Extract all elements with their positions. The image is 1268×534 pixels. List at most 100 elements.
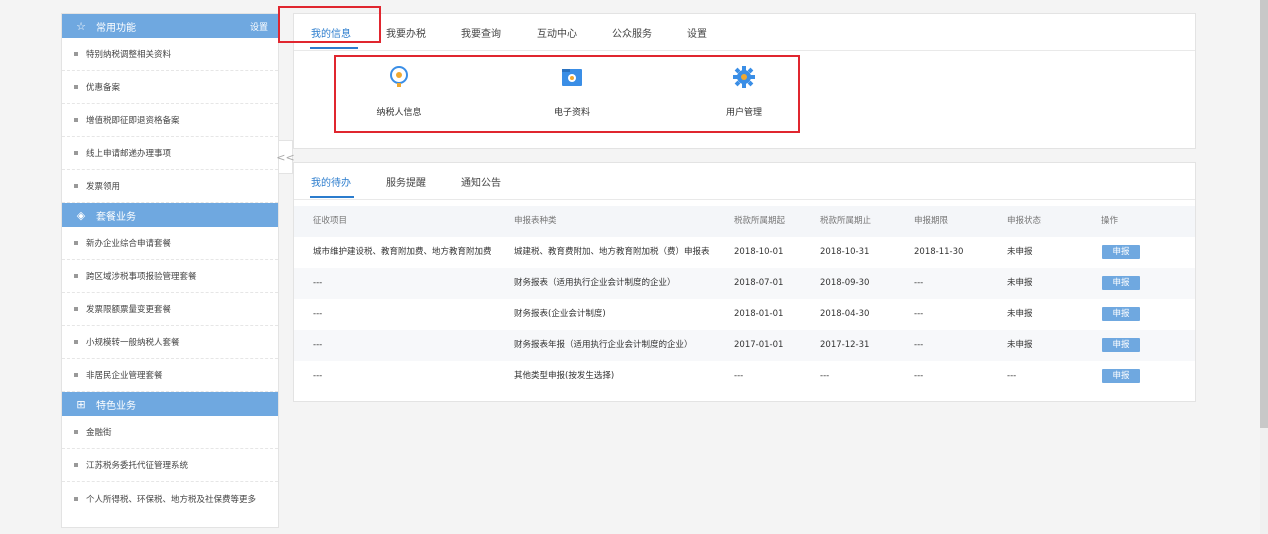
header-deadline: 申报期限	[914, 216, 949, 226]
bullet-icon	[74, 241, 78, 245]
active-tab-indicator	[310, 47, 358, 49]
bullet-icon	[74, 118, 78, 122]
sidebar-item[interactable]: 江苏税务委托代征管理系统	[62, 449, 278, 482]
main-nav-tabs: 我的信息 我要办税 我要查询 互动中心 公众服务 设置	[294, 14, 1195, 51]
header-action: 操作	[1101, 216, 1119, 226]
cell-period-end: 2017-12-31	[820, 340, 870, 350]
sidebar-item[interactable]: 个人所得税、环保税、地方税及社保费等更多	[62, 482, 278, 515]
cell-deadline: ---	[914, 309, 924, 319]
header-period-end: 税款所属期止	[820, 216, 872, 226]
header-period-start: 税款所属期起	[734, 216, 786, 226]
cell-period-start: 2018-01-01	[734, 309, 784, 319]
header-report-type: 申报表种类	[514, 216, 557, 226]
cell-deadline: ---	[914, 371, 924, 381]
highlight-box-tab	[278, 6, 381, 43]
bullet-icon	[74, 184, 78, 188]
todo-panel: 我的待办 服务提醒 通知公告 征收项目 申报表种类 税款所属期起 税款所属期止 …	[293, 162, 1196, 402]
sidebar-item[interactable]: 发票领用	[62, 170, 278, 203]
cell-period-start: 2018-10-01	[734, 247, 784, 257]
sidebar-item[interactable]: 跨区域涉税事项报验管理套餐	[62, 260, 278, 293]
sidebar-item[interactable]: 发票限额票量变更套餐	[62, 293, 278, 326]
cell-report-type: 财务报表（适用执行企业会计制度的企业）	[514, 278, 676, 288]
cell-deadline: ---	[914, 278, 924, 288]
report-button[interactable]: 申报	[1102, 276, 1140, 290]
grid-icon: ⊞	[76, 397, 86, 411]
cell-status: 未申报	[1007, 247, 1033, 257]
cell-collection-item: ---	[313, 371, 323, 381]
cell-report-type: 财务报表(企业会计制度)	[514, 309, 606, 319]
sidebar-item[interactable]: 线上申请邮递办理事项	[62, 137, 278, 170]
table-row: --- 财务报表（适用执行企业会计制度的企业） 2018-07-01 2018-…	[294, 268, 1195, 299]
report-button[interactable]: 申报	[1102, 338, 1140, 352]
cell-deadline: ---	[914, 340, 924, 350]
page-scrollbar[interactable]	[1260, 0, 1268, 534]
bullet-icon	[74, 85, 78, 89]
tab-public-service[interactable]: 公众服务	[612, 25, 652, 40]
bullet-icon	[74, 373, 78, 377]
table-header: 征收项目 申报表种类 税款所属期起 税款所属期止 申报期限 申报状态 操作	[294, 206, 1195, 237]
double-chevron-left-icon: <<	[276, 150, 295, 164]
report-button[interactable]: 申报	[1102, 307, 1140, 321]
sidebar-item[interactable]: 非居民企业管理套餐	[62, 359, 278, 392]
report-button[interactable]: 申报	[1102, 245, 1140, 259]
sidebar-item[interactable]: 增值税即征即退资格备案	[62, 104, 278, 137]
cell-report-type: 其他类型申报(按发生选择)	[514, 371, 615, 381]
tab-interaction[interactable]: 互动中心	[537, 25, 577, 40]
highlight-box-features	[334, 55, 800, 133]
cell-deadline: 2018-11-30	[914, 247, 964, 257]
tab-settings[interactable]: 设置	[687, 25, 707, 40]
cell-period-end: ---	[820, 371, 830, 381]
cell-report-type: 城建税、教育费附加、地方教育附加税（费）申报表	[514, 247, 710, 257]
cell-collection-item: ---	[313, 340, 323, 350]
tab-notice[interactable]: 通知公告	[461, 174, 501, 189]
cell-status: 未申报	[1007, 340, 1033, 350]
cell-period-start: 2017-01-01	[734, 340, 784, 350]
report-button[interactable]: 申报	[1102, 369, 1140, 383]
sidebar-item[interactable]: 特别纳税调整相关资料	[62, 38, 278, 71]
bullet-icon	[74, 151, 78, 155]
sidebar-item[interactable]: 新办企业综合申请套餐	[62, 227, 278, 260]
todo-tabs: 我的待办 服务提醒 通知公告	[294, 163, 1195, 200]
cell-collection-item: 城市维护建设税、教育附加费、地方教育附加费	[313, 247, 492, 257]
sidebar-item[interactable]: 优惠备案	[62, 71, 278, 104]
sidebar-collapse-button[interactable]: <<	[276, 140, 295, 174]
table-row: 城市维护建设税、教育附加费、地方教育附加费 城建税、教育费附加、地方教育附加税（…	[294, 237, 1195, 268]
table-row: --- 财务报表(企业会计制度) 2018-01-01 2018-04-30 -…	[294, 299, 1195, 330]
sidebar: ☆ 常用功能 设置 特别纳税调整相关资料 优惠备案 增值税即征即退资格备案 线上…	[61, 13, 279, 528]
bullet-icon	[74, 52, 78, 56]
section-header-common[interactable]: ☆ 常用功能 设置	[62, 14, 278, 38]
cell-collection-item: ---	[313, 278, 323, 288]
cell-period-start: ---	[734, 371, 744, 381]
cell-period-end: 2018-10-31	[820, 247, 870, 257]
header-status: 申报状态	[1007, 216, 1042, 226]
sidebar-item[interactable]: 小规模转一般纳税人套餐	[62, 326, 278, 359]
tab-my-todo[interactable]: 我的待办	[311, 174, 351, 189]
tab-handle-tax[interactable]: 我要办税	[386, 25, 426, 40]
scrollbar-thumb[interactable]	[1260, 0, 1268, 428]
tab-service-reminder[interactable]: 服务提醒	[386, 174, 426, 189]
cell-period-end: 2018-09-30	[820, 278, 870, 288]
cell-status: 未申报	[1007, 278, 1033, 288]
bullet-icon	[74, 307, 78, 311]
section-header-package[interactable]: ◈ 套餐业务	[62, 203, 278, 227]
bullet-icon	[74, 340, 78, 344]
table-row: --- 其他类型申报(按发生选择) --- --- --- --- 申报	[294, 361, 1195, 392]
cell-collection-item: ---	[313, 309, 323, 319]
cell-report-type: 财务报表年报（适用执行企业会计制度的企业）	[514, 340, 693, 350]
cell-status: ---	[1007, 371, 1017, 381]
active-tab-indicator	[310, 196, 354, 198]
section-header-special[interactable]: ⊞ 特色业务	[62, 392, 278, 416]
bullet-icon	[74, 430, 78, 434]
cell-period-end: 2018-04-30	[820, 309, 870, 319]
star-icon: ☆	[76, 19, 86, 33]
sidebar-item[interactable]: 金融街	[62, 416, 278, 449]
bullet-icon	[74, 496, 78, 501]
layers-icon: ◈	[76, 208, 86, 222]
section-title: 套餐业务	[96, 211, 136, 223]
tab-query[interactable]: 我要查询	[461, 25, 501, 40]
header-collection-item: 征收项目	[313, 216, 348, 226]
cell-period-start: 2018-07-01	[734, 278, 784, 288]
settings-link[interactable]: 设置	[250, 20, 268, 33]
bullet-icon	[74, 463, 78, 467]
bullet-icon	[74, 274, 78, 278]
